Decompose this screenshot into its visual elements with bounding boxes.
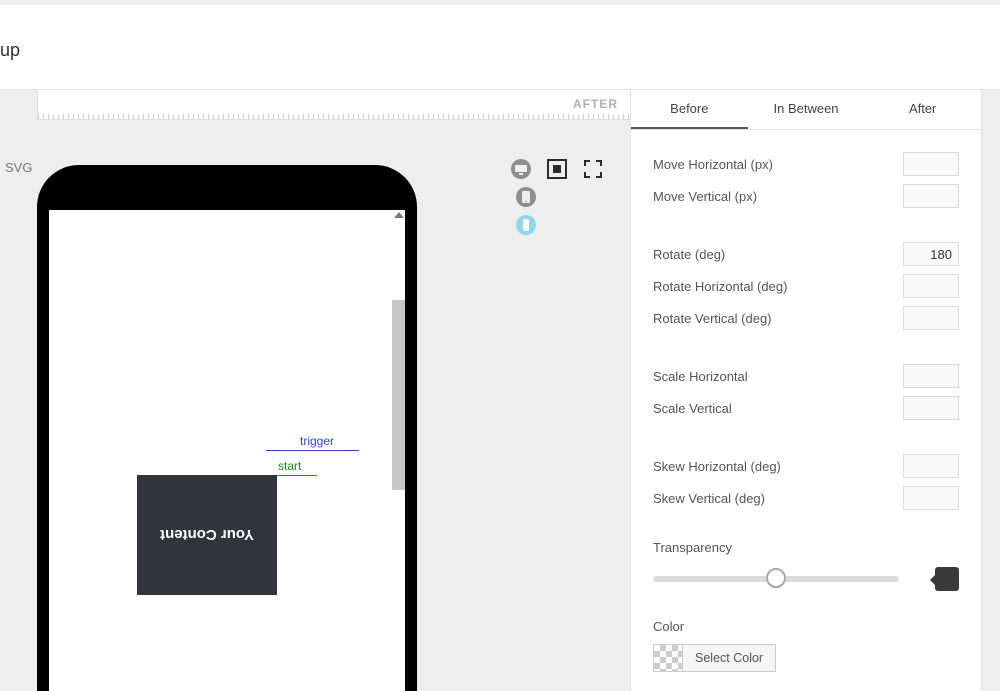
select-color-button[interactable]: Select Color xyxy=(683,644,776,672)
tab-before[interactable]: Before xyxy=(631,90,748,129)
move-h-input[interactable] xyxy=(903,152,959,176)
stage-state-label: AFTER xyxy=(573,97,618,111)
scroll-thumb[interactable] xyxy=(392,300,405,490)
animated-content-box[interactable]: Your Content xyxy=(137,475,277,595)
skew-h-label: Skew Horizontal (deg) xyxy=(653,459,781,474)
stage-header: AFTER xyxy=(37,90,630,120)
rotate-v-input[interactable] xyxy=(903,306,959,330)
start-marker-label[interactable]: start xyxy=(278,459,301,473)
timeline-ruler[interactable] xyxy=(38,114,630,119)
color-label: Color xyxy=(653,619,959,634)
color-swatch[interactable] xyxy=(653,644,683,672)
state-tabs: Before In Between After xyxy=(631,90,981,130)
tab-inbetween[interactable]: In Between xyxy=(748,90,865,129)
transparency-label: Transparency xyxy=(653,540,959,555)
rotate-h-input[interactable] xyxy=(903,274,959,298)
page-title: up xyxy=(0,40,20,61)
skew-v-input[interactable] xyxy=(903,486,959,510)
rotate-h-label: Rotate Horizontal (deg) xyxy=(653,279,787,294)
slider-value-badge xyxy=(935,567,959,591)
preview-scrollbar[interactable] xyxy=(392,210,405,691)
skew-v-label: Skew Vertical (deg) xyxy=(653,491,765,506)
frame-fit-icon[interactable] xyxy=(546,158,568,180)
slider-thumb[interactable] xyxy=(766,568,786,588)
scale-h-label: Scale Horizontal xyxy=(653,369,748,384)
rotate-v-label: Rotate Vertical (deg) xyxy=(653,311,772,326)
desktop-device-icon[interactable] xyxy=(510,158,532,180)
rotate-label: Rotate (deg) xyxy=(653,247,725,262)
expand-icon[interactable] xyxy=(582,158,604,180)
transparency-slider[interactable] xyxy=(653,565,959,593)
move-h-label: Move Horizontal (px) xyxy=(653,157,773,172)
trigger-marker-label[interactable]: trigger xyxy=(300,434,334,448)
svg-mode-label[interactable]: SVG xyxy=(5,160,32,175)
content-text: Your Content xyxy=(160,527,254,544)
skew-h-input[interactable] xyxy=(903,454,959,478)
device-frame xyxy=(37,165,417,691)
move-v-label: Move Vertical (px) xyxy=(653,189,757,204)
scale-v-label: Scale Vertical xyxy=(653,401,732,416)
scale-v-input[interactable] xyxy=(903,396,959,420)
scale-h-input[interactable] xyxy=(903,364,959,388)
move-v-input[interactable] xyxy=(903,184,959,208)
mobile-device-icon[interactable] xyxy=(515,214,537,236)
trigger-marker-line[interactable] xyxy=(266,450,359,451)
rotate-input[interactable] xyxy=(903,242,959,266)
tablet-device-icon[interactable] xyxy=(515,186,537,208)
tab-after[interactable]: After xyxy=(864,90,981,129)
scroll-up-icon[interactable] xyxy=(394,212,404,218)
top-bar: up xyxy=(0,0,1000,90)
animation-panel: Before In Between After Move Horizontal … xyxy=(630,90,982,691)
